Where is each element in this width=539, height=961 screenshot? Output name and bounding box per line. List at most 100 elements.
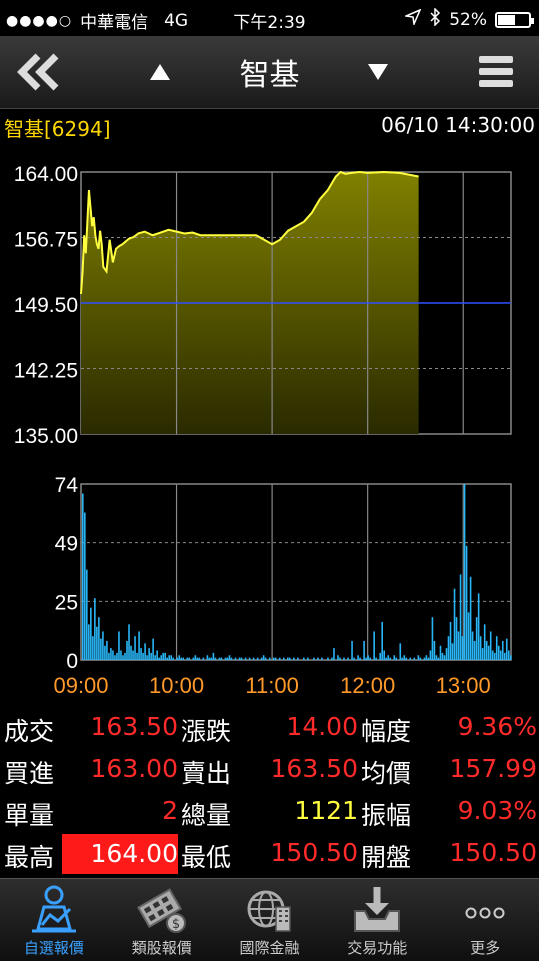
volume-bar [198,657,201,660]
volume-bar [90,607,92,660]
tab-more[interactable]: 更多 [431,879,539,961]
quote-value: 150.50 [270,838,358,867]
quote-label: 振幅 [361,801,412,830]
volume-bar [228,655,231,660]
volume-bar [138,631,140,660]
volume-bar [132,650,134,660]
quote-label: 最高 [4,843,55,872]
volume-tick-label: 25 [55,591,78,614]
volume-bar [112,650,114,660]
time-tick-label: 10:00 [149,673,204,698]
volume-bar [240,657,243,660]
tab-watchlist-quotes[interactable]: 自選報價 [0,879,108,961]
volume-bar [278,657,281,660]
status-bar: ●●●●○ 中華電信 4G 下午2:39 52% [0,0,539,36]
volume-tick-label: 49 [55,533,78,556]
volume-bar [471,631,474,660]
volume-bar [186,657,189,660]
svg-text:$: $ [172,917,180,932]
volume-bar [297,657,299,660]
volume-bar [202,657,205,660]
volume-bar [238,657,241,660]
volume-bar [385,657,388,660]
volume-bar [170,655,173,660]
volume-bar [134,636,136,660]
volume-bar [483,624,486,660]
volume-bar [116,652,118,660]
volume-bar [196,657,199,660]
volume-bar [164,652,166,660]
volume-bar [126,640,128,660]
volume-bar [449,621,452,660]
back-button[interactable] [8,46,68,98]
volume-bar [313,657,315,660]
battery-percent: 52% [449,9,487,30]
volume-bar [194,655,197,660]
volume-bar [495,636,498,660]
volume-bar [260,657,263,660]
volume-bar [321,657,323,660]
volume-bar [303,657,305,660]
volume-bar [146,655,148,660]
quote-label: 單量 [4,801,55,830]
volume-bar [423,657,426,660]
quote-label: 總量 [181,801,232,830]
volume-bar [331,657,333,660]
volume-bar [381,621,383,660]
volume-bar [399,643,402,660]
volume-bar [292,657,295,660]
quote-value: 163.50 [270,754,358,783]
volume-bar [445,648,448,660]
tab-label: 自選報價 [23,939,84,957]
volume-bar [455,617,458,660]
quote-value: 157.99 [449,754,537,783]
quote-row: 最高 164.00 最低 150.50 開盤 150.50 [0,834,539,874]
volume-bar [359,657,361,660]
volume-bar [487,645,490,660]
volume-bar [156,650,158,660]
volume-bar [166,657,168,660]
volume-bar [461,636,464,660]
volume-bar [369,657,371,660]
volume-bar [84,512,86,660]
quote-value: 163.50 [90,712,178,741]
nav-bar: 智基 [0,36,539,109]
volume-bar [317,657,319,660]
volume-bar [365,657,367,660]
volume-bar [481,648,484,660]
tab-international-finance[interactable]: 國際金融 [216,879,324,961]
volume-bar [469,576,472,660]
volume-bar [172,657,175,660]
previous-stock-button[interactable] [140,46,180,98]
volume-bar [96,626,98,660]
volume-bar [110,648,112,660]
quote-value: 1121 [294,796,358,825]
volume-bar [363,640,365,660]
quote-row: 單量 2 總量 1121 振幅 9.03% [0,792,539,832]
volume-bar [282,657,285,660]
volume-bar [98,617,100,660]
more-dots-icon [465,907,505,919]
film-coin-icon: $ [136,888,186,933]
tab-trading[interactable]: 交易功能 [323,879,431,961]
volume-bar [158,657,160,660]
volume-bar [244,657,247,660]
volume-bar [389,657,392,660]
volume-bar [108,652,110,660]
tab-label: 國際金融 [239,939,300,957]
stock-name-code: 智基[6294] [4,117,111,141]
volume-bar [373,631,375,660]
volume-bar [307,657,309,660]
volume-bar [160,655,162,660]
tab-sector-quotes[interactable]: $ 類股報價 [108,879,216,961]
volume-bar [224,657,227,660]
volume-bar [479,636,482,660]
volume-bar [405,657,408,660]
volume-bar [433,640,436,660]
intraday-chart[interactable]: 164.00 156.75 149.50 142.25 135.00 74 49 25 009:… [0,150,539,698]
menu-button[interactable] [468,46,524,98]
next-stock-button[interactable] [358,46,398,98]
volume-bar [509,655,512,660]
volume-bar [383,650,386,660]
quote-row: 成交 163.50 漲跌 14.00 幅度 9.36% [0,708,539,748]
